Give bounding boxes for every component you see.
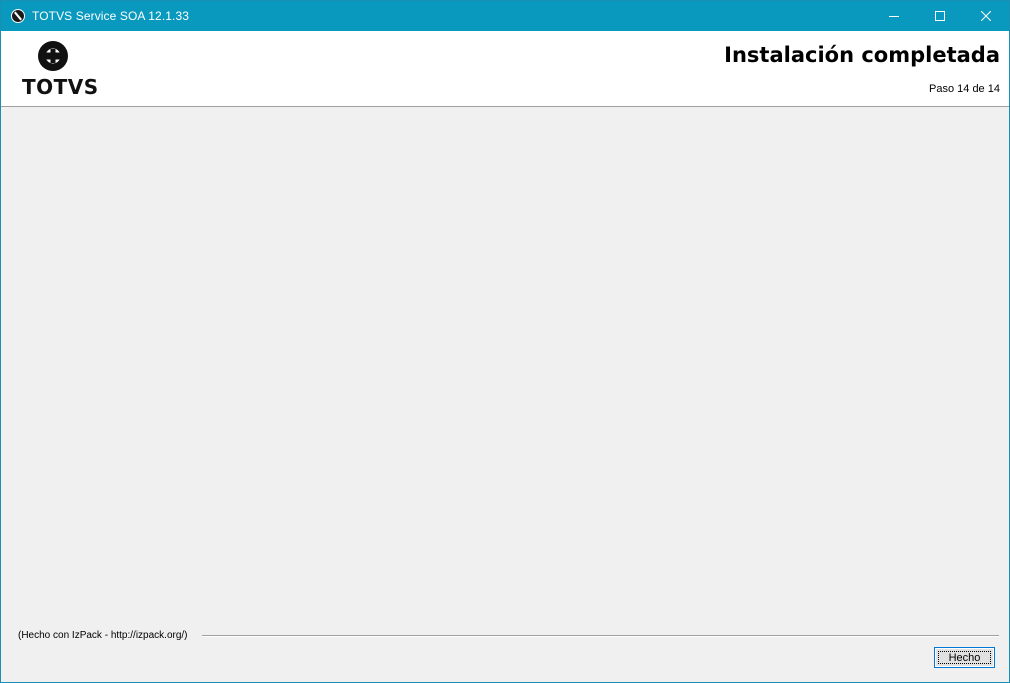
totvs-logo: TOTVS [21, 40, 98, 100]
window-title: TOTVS Service SOA 12.1.33 [32, 9, 190, 23]
totvs-app-icon[interactable] [11, 9, 25, 23]
step-current: 14 [957, 83, 970, 95]
izpack-credit: (Hecho con IzPack - http://izpack.org/) [18, 630, 192, 641]
step-separator: de [972, 83, 985, 95]
step-prefix: Paso [928, 83, 955, 95]
step-indicator: Paso 14 de 14 [929, 83, 1000, 95]
minimize-icon [889, 16, 899, 17]
totvs-logo-icon [38, 41, 68, 71]
header-panel: TOTVS Instalación completada Paso 14 de … [1, 31, 1009, 107]
close-icon [981, 11, 991, 21]
content-panel [1, 107, 1009, 627]
footer-divider [202, 635, 999, 637]
step-total: 14 [987, 83, 1000, 95]
title-bar[interactable]: TOTVS Service SOA 12.1.33 [1, 1, 1009, 31]
maximize-icon [935, 11, 945, 21]
installer-window: TOTVS Service SOA 12.1.33 TOTVS Instalac… [0, 0, 1010, 683]
window-controls [871, 1, 1009, 31]
page-title: Instalación completada [724, 43, 1000, 67]
minimize-button[interactable] [871, 1, 917, 31]
totvs-logo-text: TOTVS [22, 75, 99, 99]
close-button[interactable] [963, 1, 1009, 31]
done-button-label: Hecho [948, 651, 981, 664]
maximize-button[interactable] [917, 1, 963, 31]
done-button[interactable]: Hecho [934, 647, 995, 668]
